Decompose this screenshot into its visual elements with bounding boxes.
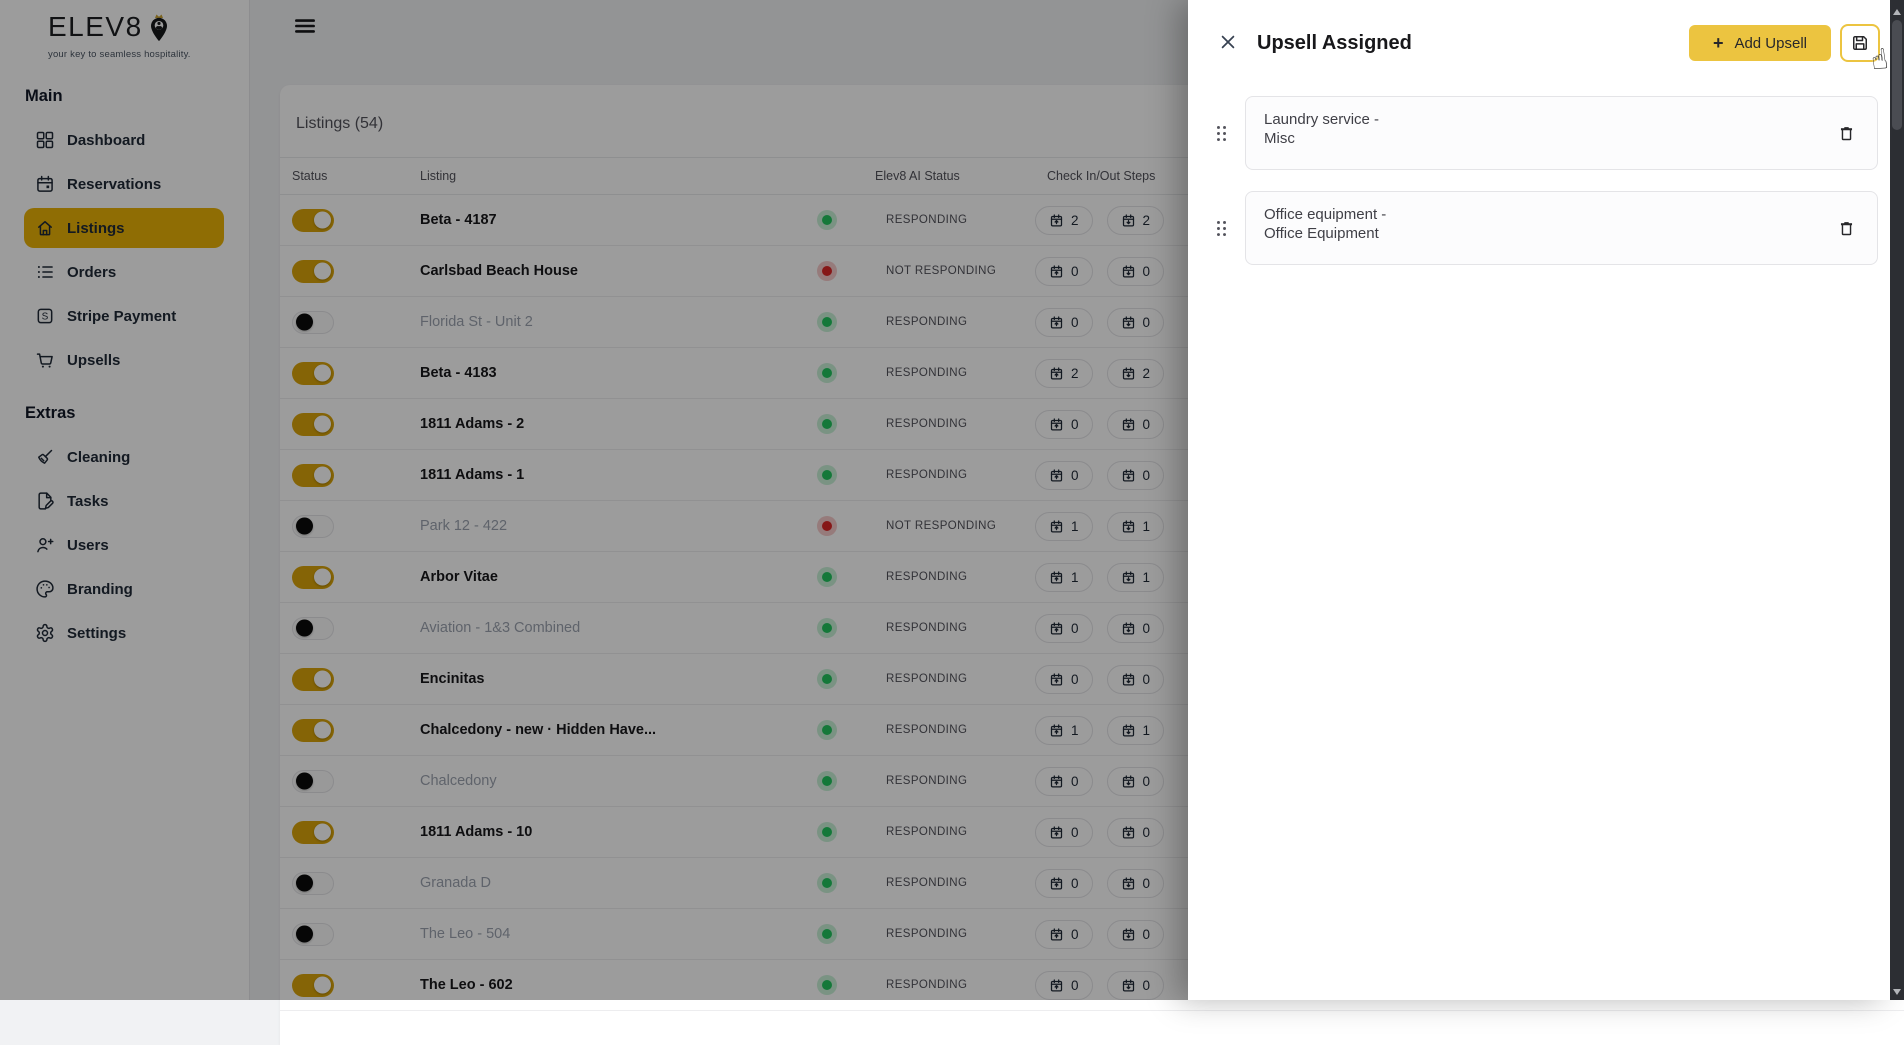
drag-handle-icon[interactable] xyxy=(1215,219,1229,238)
add-upsell-label: Add Upsell xyxy=(1734,35,1807,52)
upsell-assigned-panel: Upsell Assigned + Add Upsell ☝ Laundry s… xyxy=(1188,0,1890,1000)
upsell-item: Office equipment - Office Equipment xyxy=(1215,191,1878,265)
scroll-down-arrow-icon[interactable] xyxy=(1890,982,1904,998)
upsell-label: Office equipment - Office Equipment xyxy=(1246,192,1877,243)
add-upsell-button[interactable]: + Add Upsell xyxy=(1689,25,1831,61)
upsell-item: Laundry service - Misc xyxy=(1215,96,1878,170)
panel-header: Upsell Assigned + Add Upsell ☝ xyxy=(1188,0,1890,62)
drag-handle-icon[interactable] xyxy=(1215,124,1229,143)
upsell-list: Laundry service - Misc Office equipment … xyxy=(1188,62,1890,265)
save-floppy-icon xyxy=(1842,33,1878,53)
trash-icon xyxy=(1837,219,1861,238)
panel-title: Upsell Assigned xyxy=(1257,32,1412,55)
scrollbar-thumb[interactable] xyxy=(1892,20,1902,130)
upsell-label: Laundry service - Misc xyxy=(1246,97,1877,148)
delete-upsell-button[interactable] xyxy=(1837,216,1861,240)
delete-upsell-button[interactable] xyxy=(1837,121,1861,145)
trash-icon xyxy=(1837,124,1861,143)
save-upsells-button[interactable]: ☝ xyxy=(1840,24,1880,62)
scroll-up-arrow-icon[interactable] xyxy=(1890,2,1904,18)
close-icon[interactable] xyxy=(1215,30,1241,56)
plus-icon: + xyxy=(1713,34,1724,52)
page-scrollbar[interactable] xyxy=(1890,0,1904,1000)
